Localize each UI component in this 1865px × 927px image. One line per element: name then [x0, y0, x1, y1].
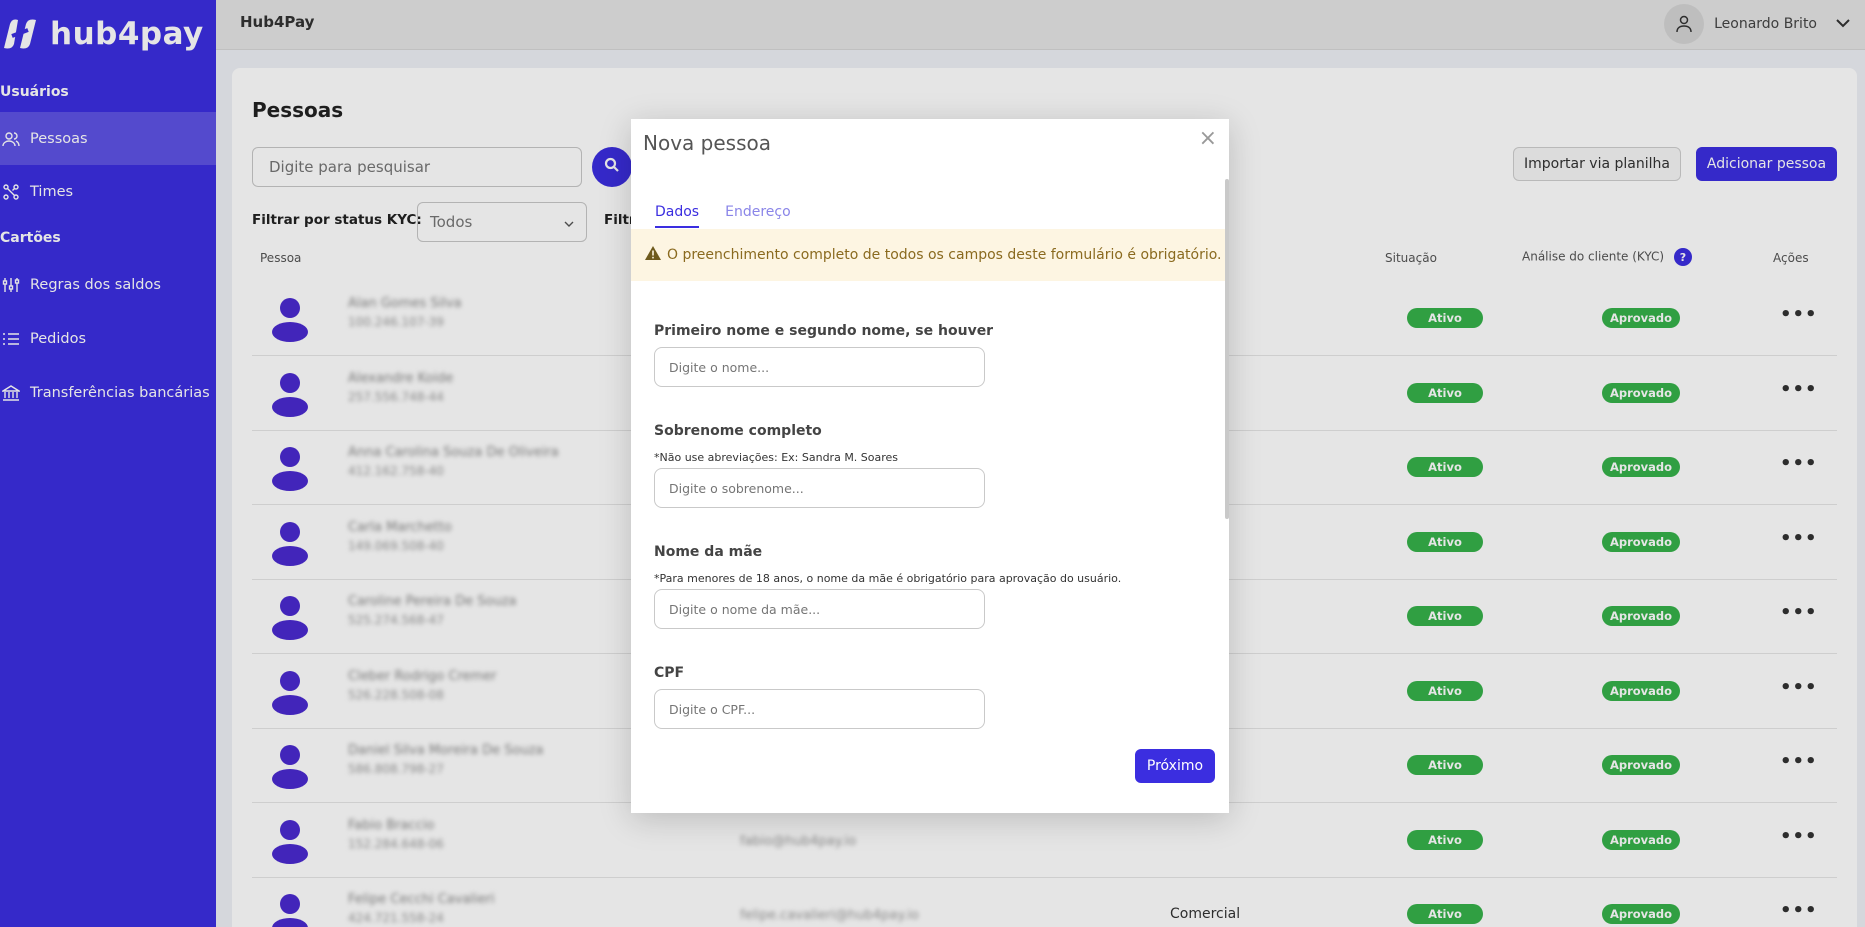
- alert-text: O preenchimento completo de todos os cam…: [667, 247, 1222, 263]
- first-name-field[interactable]: [654, 347, 985, 387]
- mother-name-field[interactable]: [654, 589, 985, 629]
- mother-name-label: Nome da mãe: [654, 544, 763, 560]
- tab-endereco[interactable]: Endereço: [725, 204, 791, 228]
- first-name-label: Primeiro nome e segundo nome, se houver: [654, 323, 994, 339]
- warning-icon: [645, 246, 661, 264]
- required-fields-alert: O preenchimento completo de todos os cam…: [631, 229, 1225, 281]
- tab-dados[interactable]: Dados: [655, 204, 700, 228]
- cpf-label: CPF: [654, 665, 685, 681]
- next-button[interactable]: Próximo: [1135, 749, 1215, 783]
- modal-tabs: Dados Endereço: [655, 204, 791, 228]
- new-person-modal: Nova pessoa × Dados Endereço O preenchim…: [631, 119, 1229, 813]
- modal-scrollbar[interactable]: [1225, 179, 1229, 519]
- last-name-field[interactable]: [654, 468, 985, 508]
- cpf-field[interactable]: [654, 689, 985, 729]
- last-name-hint: *Não use abreviações: Ex: Sandra M. Soar…: [654, 451, 899, 464]
- mother-name-hint: *Para menores de 18 anos, o nome da mãe …: [654, 572, 1122, 585]
- last-name-label: Sobrenome completo: [654, 423, 822, 439]
- close-icon[interactable]: ×: [1199, 126, 1217, 151]
- modal-title: Nova pessoa: [643, 131, 771, 155]
